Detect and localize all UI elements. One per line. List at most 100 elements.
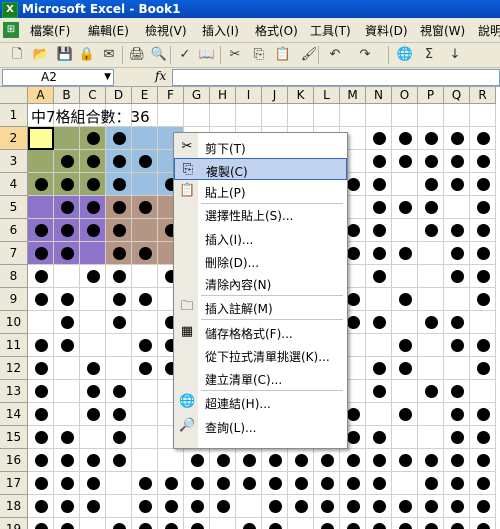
cell[interactable] xyxy=(210,518,236,529)
new-icon[interactable]: 🗋 xyxy=(8,46,26,64)
workbook-icon[interactable]: ⊞ xyxy=(3,22,19,38)
cell[interactable] xyxy=(28,311,54,334)
context-menu-item[interactable]: ⎘ 複製(C) xyxy=(174,158,347,180)
permission-icon[interactable]: 🔒 xyxy=(78,46,96,64)
context-menu-item[interactable]: 清除內容(N) xyxy=(174,272,347,294)
column-header[interactable]: M xyxy=(340,87,366,104)
cell[interactable] xyxy=(158,449,184,472)
cell[interactable] xyxy=(54,357,80,380)
format-painter-icon[interactable]: 🖌 xyxy=(300,46,318,64)
row-header[interactable]: 3 xyxy=(0,150,28,173)
undo-icon[interactable]: ↶ xyxy=(326,46,344,64)
cell[interactable] xyxy=(366,104,392,127)
cell[interactable] xyxy=(132,311,158,334)
cell[interactable] xyxy=(418,242,444,265)
context-menu-item[interactable]: 從下拉式清單挑選(K)... xyxy=(174,344,347,366)
menu-data[interactable]: 資料(D) xyxy=(365,22,408,39)
cell[interactable] xyxy=(366,334,392,357)
menu-edit[interactable]: 編輯(E) xyxy=(88,22,129,39)
row-header[interactable]: 15 xyxy=(0,426,28,449)
context-menu-item[interactable]: 建立清單(C)... xyxy=(174,367,347,389)
row-header[interactable]: 5 xyxy=(0,196,28,219)
cell[interactable] xyxy=(80,426,106,449)
column-header[interactable]: I xyxy=(236,87,262,104)
row-header[interactable]: 12 xyxy=(0,357,28,380)
cell[interactable] xyxy=(236,495,262,518)
print-icon[interactable]: 🖨 xyxy=(128,46,146,64)
cell[interactable] xyxy=(366,403,392,426)
cell[interactable] xyxy=(444,357,470,380)
redo-icon[interactable]: ↷ xyxy=(356,46,374,64)
cell[interactable] xyxy=(444,104,470,127)
cell[interactable] xyxy=(80,334,106,357)
cell[interactable] xyxy=(106,334,132,357)
cell[interactable] xyxy=(184,104,210,127)
excel-icon[interactable]: X xyxy=(2,2,18,18)
sort-ascending-icon[interactable]: ↓ xyxy=(446,46,464,64)
menu-format[interactable]: 格式(O) xyxy=(255,22,298,39)
context-menu-item[interactable]: 🔎 查詢(L)... xyxy=(174,415,347,437)
cell[interactable] xyxy=(392,265,418,288)
chevron-down-icon[interactable]: ▼ xyxy=(66,70,111,85)
cell[interactable] xyxy=(288,518,314,529)
column-header[interactable]: Q xyxy=(444,87,470,104)
column-header[interactable]: E xyxy=(132,87,158,104)
autosum-icon[interactable]: Σ xyxy=(420,46,438,64)
column-header[interactable]: K xyxy=(288,87,314,104)
cell[interactable] xyxy=(444,196,470,219)
cell[interactable] xyxy=(392,173,418,196)
menu-insert[interactable]: 插入(I) xyxy=(202,22,239,39)
fx-icon[interactable]: fx xyxy=(155,69,166,83)
cell[interactable] xyxy=(106,357,132,380)
column-header[interactable]: H xyxy=(210,87,236,104)
cell[interactable] xyxy=(54,265,80,288)
row-header[interactable]: 17 xyxy=(0,472,28,495)
row-header[interactable]: 14 xyxy=(0,403,28,426)
cell[interactable] xyxy=(340,104,366,127)
print-preview-icon[interactable]: 🔍 xyxy=(150,46,168,64)
cell[interactable] xyxy=(158,104,184,127)
column-header[interactable]: F xyxy=(158,87,184,104)
context-menu-item[interactable]: ▦ 儲存格格式(F)... xyxy=(174,321,347,343)
select-all-corner[interactable] xyxy=(0,87,28,104)
cell[interactable] xyxy=(418,288,444,311)
cell[interactable] xyxy=(132,449,158,472)
row-header[interactable]: 13 xyxy=(0,380,28,403)
cell[interactable] xyxy=(106,472,132,495)
cell[interactable] xyxy=(392,311,418,334)
column-header[interactable]: O xyxy=(392,87,418,104)
column-header[interactable]: D xyxy=(106,87,132,104)
cell[interactable] xyxy=(366,288,392,311)
context-menu-item[interactable]: 🗀 插入註解(M) xyxy=(174,296,347,318)
row-header[interactable]: 19 xyxy=(0,518,28,529)
column-header[interactable]: A xyxy=(28,87,54,104)
cell[interactable] xyxy=(132,219,158,242)
cell[interactable] xyxy=(132,403,158,426)
cell[interactable] xyxy=(418,426,444,449)
research-icon[interactable]: 📖 xyxy=(198,46,216,64)
column-header[interactable]: R xyxy=(470,87,496,104)
cell[interactable] xyxy=(262,104,288,127)
context-menu-item[interactable]: 🌐 超連結(H)... xyxy=(174,391,347,413)
cell[interactable] xyxy=(54,380,80,403)
context-menu-item[interactable]: 刪除(D)... xyxy=(174,250,347,272)
hyperlink-icon[interactable]: 🌐 xyxy=(396,46,414,64)
cell[interactable] xyxy=(470,311,496,334)
menu-file[interactable]: 檔案(F) xyxy=(30,22,70,39)
cell[interactable] xyxy=(418,265,444,288)
cell[interactable] xyxy=(132,127,158,150)
email-icon[interactable]: ✉ xyxy=(100,46,118,64)
cell[interactable] xyxy=(288,104,314,127)
cell[interactable] xyxy=(314,104,340,127)
context-menu-item[interactable]: 插入(I)... xyxy=(174,227,347,249)
menu-tools[interactable]: 工具(T) xyxy=(310,22,351,39)
cell[interactable] xyxy=(392,472,418,495)
active-cell[interactable] xyxy=(28,127,54,150)
menu-window[interactable]: 視窗(W) xyxy=(420,22,465,39)
cell[interactable] xyxy=(132,265,158,288)
cell[interactable] xyxy=(106,495,132,518)
row-header[interactable]: 8 xyxy=(0,265,28,288)
row-header[interactable]: 7 xyxy=(0,242,28,265)
row-header[interactable]: 16 xyxy=(0,449,28,472)
cell[interactable] xyxy=(210,104,236,127)
